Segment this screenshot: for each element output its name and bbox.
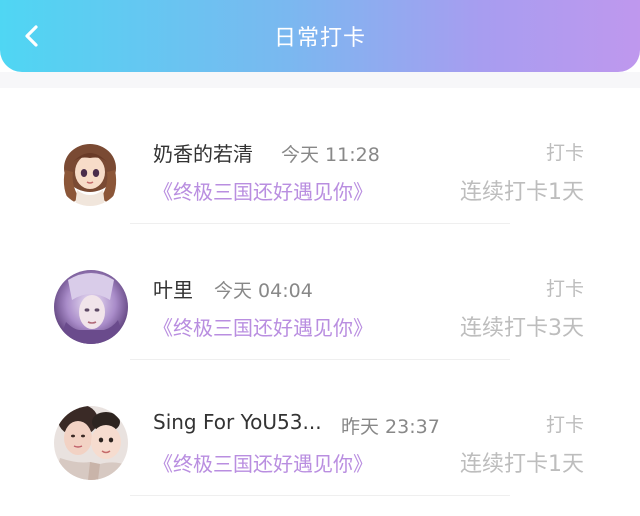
group-name-link[interactable]: 《终极三国还好遇见你》	[153, 448, 373, 477]
mother-child-photo-avatar-icon	[54, 406, 128, 480]
checkin-time: 今天 11:28	[281, 144, 380, 166]
checkin-list: 奶香的若清 今天 11:28 《终极三国还好遇见你》 打卡 连续打卡1天 叶里 …	[0, 88, 640, 496]
checkin-time: 今天 04:04	[214, 280, 313, 302]
avatar[interactable]	[57, 138, 123, 206]
list-item[interactable]: Sing For YoU53... 昨天 23:37 《终极三国还好遇见你》 打…	[0, 360, 640, 496]
streak-text: 连续打卡1天	[460, 180, 584, 205]
list-item[interactable]: 奶香的若清 今天 11:28 《终极三国还好遇见你》 打卡 连续打卡1天	[0, 88, 640, 224]
avatar[interactable]	[54, 270, 128, 344]
user-name[interactable]: Sing For YoU53...	[153, 410, 322, 434]
purple-portrait-avatar-icon	[54, 270, 128, 344]
page-title: 日常打卡	[273, 26, 366, 51]
streak-text: 连续打卡3天	[460, 316, 584, 341]
checkin-button[interactable]: 打卡	[546, 138, 584, 165]
streak-text: 连续打卡1天	[460, 452, 584, 477]
checkin-page: 日常打卡 奶香的若清 今天 11:28 《终极三国还好遇见你》 打卡 连续打卡1…	[0, 0, 640, 516]
checkin-button[interactable]: 打卡	[546, 410, 584, 437]
user-name[interactable]: 叶里	[153, 274, 193, 303]
checkin-button[interactable]: 打卡	[546, 274, 584, 301]
avatar[interactable]	[54, 406, 128, 480]
header-bar: 日常打卡	[0, 0, 640, 72]
row-divider	[130, 495, 510, 496]
checkin-time: 昨天 23:37	[341, 416, 440, 438]
header-separator-band	[0, 72, 640, 88]
anime-girl-avatar-icon	[57, 138, 123, 206]
group-name-link[interactable]: 《终极三国还好遇见你》	[153, 176, 373, 205]
list-item[interactable]: 叶里 今天 04:04 《终极三国还好遇见你》 打卡 连续打卡3天	[0, 224, 640, 360]
user-name[interactable]: 奶香的若清	[153, 138, 253, 167]
group-name-link[interactable]: 《终极三国还好遇见你》	[153, 312, 373, 341]
